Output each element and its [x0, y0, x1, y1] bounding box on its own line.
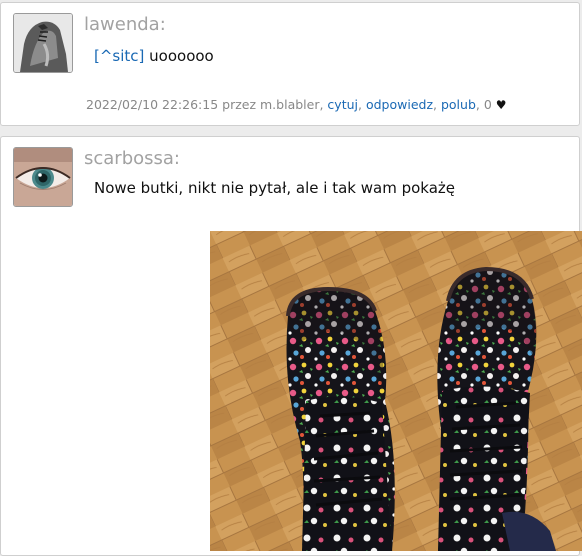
- quote-button[interactable]: cytuj: [327, 97, 358, 112]
- heart-icon: ♥: [495, 98, 507, 112]
- separator: ,: [358, 97, 366, 112]
- like-button[interactable]: polub: [441, 97, 476, 112]
- avatar-image: [14, 14, 72, 72]
- post-author: przez m.blabler,: [218, 97, 328, 112]
- post-scarbossa: scarbossa: Nowe butki, nikt nie pytał, a…: [0, 136, 582, 556]
- boots-image: [210, 231, 582, 551]
- post-meta: 2022/02/10 22:26:15 przez m.blabler, cyt…: [86, 96, 507, 114]
- post-date: 2022/02/10 22:26:15: [86, 97, 219, 112]
- quote-link[interactable]: [^sitc]: [94, 47, 144, 65]
- username[interactable]: lawenda:: [84, 13, 166, 37]
- user-avatar-lawenda[interactable]: [13, 13, 73, 73]
- post-text: Nowe butki, nikt nie pytał, ale i tak wa…: [94, 179, 455, 197]
- post-content: [^sitc] uoooooo: [94, 45, 214, 67]
- like-count: , 0: [475, 97, 496, 112]
- avatar-image: [14, 148, 72, 206]
- post-text: uoooooo: [144, 47, 214, 65]
- username[interactable]: scarbossa:: [84, 147, 180, 171]
- post-lawenda: lawenda: [^sitc] uoooooo 2022/02/10 22:2…: [0, 2, 580, 126]
- separator: ,: [433, 97, 441, 112]
- boots-photo[interactable]: [210, 231, 582, 551]
- reply-button[interactable]: odpowiedz: [366, 97, 433, 112]
- user-avatar-scarbossa[interactable]: [13, 147, 73, 207]
